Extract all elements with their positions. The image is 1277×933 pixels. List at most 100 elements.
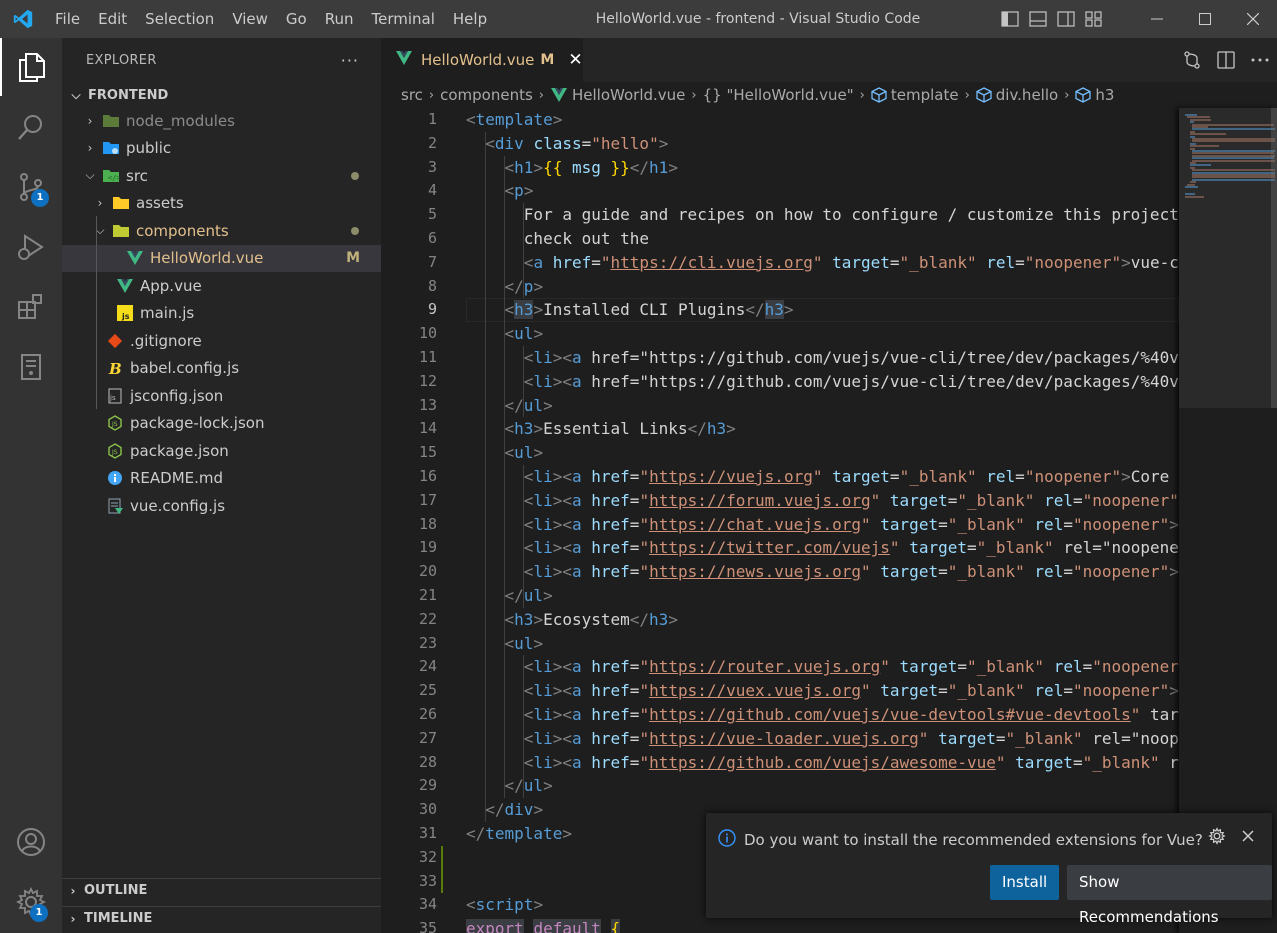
gear-icon[interactable]: [1208, 827, 1226, 845]
minimap-line: [1185, 195, 1204, 198]
minimize-icon[interactable]: [1133, 0, 1181, 38]
menu-terminal[interactable]: Terminal: [363, 0, 444, 38]
account-icon[interactable]: [0, 813, 62, 871]
sidebar-bottom-sections: › OUTLINE › TIMELINE: [62, 878, 381, 930]
tree-item-assets[interactable]: › assets: [62, 190, 381, 218]
open-changes-icon[interactable]: [1175, 38, 1209, 82]
toggle-panel-icon[interactable]: [1024, 0, 1052, 38]
breadcrumb-file[interactable]: HelloWorld.vue: [572, 86, 685, 104]
install-button[interactable]: Install: [990, 865, 1060, 900]
breadcrumb-components[interactable]: components: [440, 86, 533, 104]
menu-edit[interactable]: Edit: [89, 0, 136, 38]
line-number: 33: [418, 871, 437, 890]
source-control-icon[interactable]: 1: [0, 158, 62, 216]
tree-item-gitignore[interactable]: .gitignore: [62, 327, 381, 355]
tree-item-helloworld-vue[interactable]: HelloWorld.vue M: [62, 244, 381, 272]
outline-section[interactable]: › OUTLINE: [62, 878, 381, 902]
chevron-down-icon: ⌵: [95, 223, 105, 238]
folder-components-icon: [112, 222, 130, 240]
more-actions-icon[interactable]: [1243, 38, 1277, 82]
menu-help[interactable]: Help: [444, 0, 496, 38]
modified-dot: [351, 171, 359, 180]
menu-view[interactable]: View: [223, 0, 277, 38]
tree-item-public[interactable]: › public: [62, 135, 381, 163]
tree-item-package-lock[interactable]: JS package-lock.json: [62, 410, 381, 438]
timeline-section[interactable]: › TIMELINE: [62, 906, 381, 930]
run-debug-icon[interactable]: [0, 218, 62, 276]
svg-text:</>: </>: [108, 174, 120, 182]
nodejs-file-icon: JS: [106, 414, 124, 432]
line-number: 35: [418, 919, 437, 933]
breadcrumb-src[interactable]: src: [401, 86, 423, 104]
breadcrumb-h3[interactable]: h3: [1095, 86, 1114, 104]
menu-go[interactable]: Go: [277, 0, 316, 38]
tree-item-components[interactable]: ⌵ components: [62, 217, 381, 245]
line-number: 10: [418, 324, 437, 343]
chevron-right-icon: ›: [859, 87, 865, 103]
menu-selection[interactable]: Selection: [136, 0, 223, 38]
tree-item-src[interactable]: ⌵ </> src: [62, 162, 381, 190]
code-line: <li><a href="https://github.com/vuejs/vu…: [523, 705, 1179, 724]
tree-item-jsconfig[interactable]: js jsconfig.json: [62, 382, 381, 410]
menu-run[interactable]: Run: [316, 0, 363, 38]
code-line: </ul>: [504, 586, 553, 605]
manage-gear-icon[interactable]: 1: [0, 873, 62, 931]
title-bar: File Edit Selection View Go Run Terminal…: [0, 0, 1277, 38]
file-tree: ⌵ FRONTEND › node_modules › public ⌵ </>…: [62, 83, 381, 520]
line-number: 8: [427, 276, 437, 295]
line-number: 24: [418, 657, 437, 676]
symbol-element-icon: [976, 87, 992, 103]
project-root[interactable]: ⌵ FRONTEND: [62, 83, 381, 107]
tree-item-node-modules[interactable]: › node_modules: [62, 107, 381, 135]
indent-guide: [523, 346, 524, 418]
code-editor[interactable]: 1 <template> 2 <div class="hello"> 3 <h1>{{…: [381, 108, 1179, 933]
close-icon[interactable]: [1242, 830, 1254, 842]
extensions-icon[interactable]: [0, 278, 62, 336]
code-line: <h3>Ecosystem</h3>: [504, 609, 678, 629]
explorer-icon[interactable]: [0, 38, 62, 96]
show-recommendations-button[interactable]: Show Recommendations: [1067, 865, 1272, 926]
notification-text: Do you want to install the recommended e…: [744, 831, 1203, 849]
info-file-icon: [106, 469, 124, 487]
vertical-scrollbar[interactable]: [1271, 108, 1277, 408]
tree-item-app-vue[interactable]: App.vue: [62, 272, 381, 300]
code-line: <h1>{{ msg }}</h1>: [504, 157, 678, 177]
svg-text:B: B: [108, 360, 122, 376]
breadcrumb: src › components › HelloWorld.vue › {} "…: [381, 82, 1277, 108]
more-actions-icon[interactable]: ···: [341, 51, 359, 70]
tab-helloworld-vue[interactable]: HelloWorld.vue M ✕: [381, 38, 583, 82]
customize-layout-icon[interactable]: [1080, 0, 1108, 38]
breadcrumb-template[interactable]: template: [891, 86, 959, 104]
maximize-icon[interactable]: [1181, 0, 1229, 38]
line-number: 18: [418, 514, 437, 533]
nodejs-file-icon: JS: [106, 442, 124, 460]
search-icon[interactable]: [0, 98, 62, 156]
close-window-icon[interactable]: [1229, 0, 1277, 38]
minimap[interactable]: [1179, 108, 1277, 933]
toggle-primary-sidebar-icon[interactable]: [996, 0, 1024, 38]
code-line: export default {: [466, 917, 621, 933]
menu-file[interactable]: File: [46, 0, 89, 38]
breadcrumb-module[interactable]: {} "HelloWorld.vue": [703, 86, 854, 104]
remote-explorer-icon[interactable]: [0, 338, 62, 396]
indent-guide: [485, 131, 486, 822]
line-number: 11: [418, 348, 437, 366]
tree-item-vue-config[interactable]: vue.config.js: [62, 492, 381, 520]
code-line: For a guide and recipes on how to config…: [466, 205, 1179, 225]
breadcrumb-div-hello[interactable]: div.hello: [996, 86, 1058, 104]
toggle-secondary-sidebar-icon[interactable]: [1052, 0, 1080, 38]
code-line: <li><a href="https://twitter.com/vuejs" …: [523, 538, 1179, 558]
split-editor-icon[interactable]: [1209, 38, 1243, 82]
vue-file-icon: [550, 87, 568, 103]
symbol-element-icon: [871, 87, 887, 103]
chevron-right-icon: ›: [70, 911, 76, 926]
tab-close-icon[interactable]: ✕: [568, 50, 582, 70]
code-line: <template>: [466, 110, 563, 129]
tree-item-readme[interactable]: README.md: [62, 465, 381, 493]
tree-item-main-js[interactable]: js main.js: [62, 300, 381, 328]
tree-item-babel-config[interactable]: B babel.config.js: [62, 355, 381, 383]
code-line: <li><a href="https://forum.vuejs.org" ta…: [523, 490, 1179, 510]
tree-item-package-json[interactable]: JS package.json: [62, 437, 381, 465]
explorer-sidebar: EXPLORER ··· ⌵ FRONTEND › node_modules ›…: [62, 38, 381, 933]
line-number: 3: [427, 157, 437, 176]
